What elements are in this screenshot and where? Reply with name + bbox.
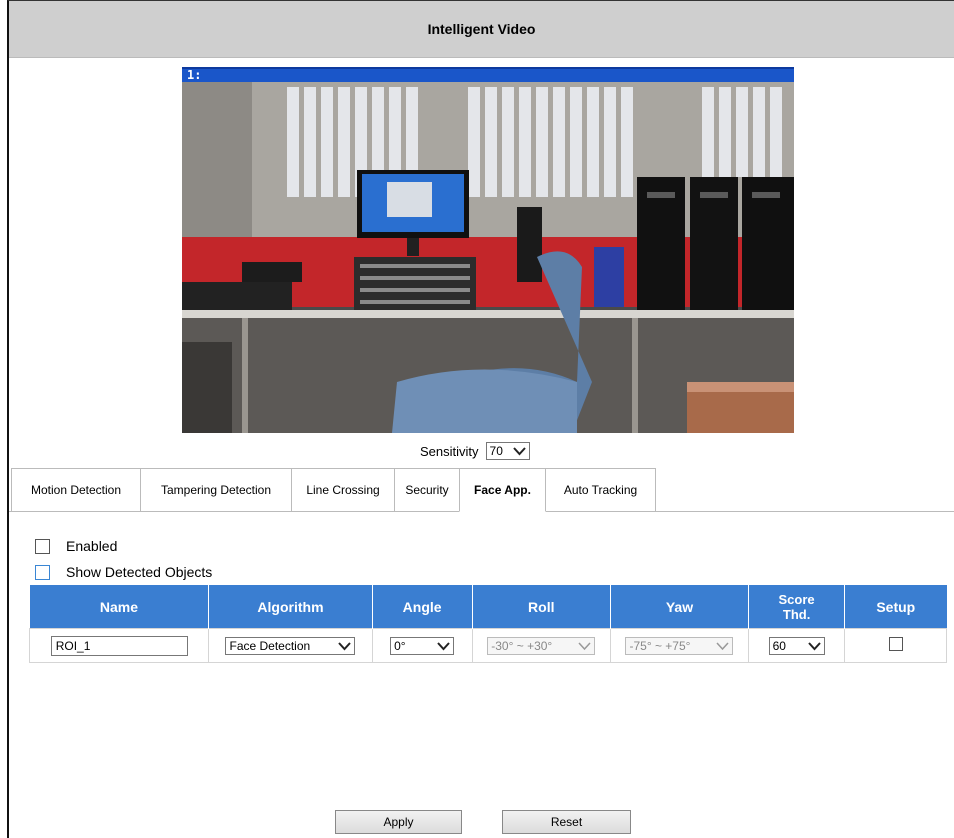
cell-score: 60 xyxy=(748,628,846,663)
apply-button[interactable]: Apply xyxy=(335,810,462,834)
video-preview[interactable]: 1: xyxy=(182,67,794,433)
tab-auto-tracking[interactable]: Auto Tracking xyxy=(545,468,656,511)
header-score-line2: Thd. xyxy=(782,606,811,622)
enabled-checkbox[interactable] xyxy=(35,538,50,554)
header-score-thd: Score Thd. xyxy=(748,585,846,629)
sensitivity-value: 70 xyxy=(489,444,503,458)
video-channel-bar: 1: xyxy=(182,67,794,82)
algorithm-select[interactable]: Face Detection xyxy=(225,636,356,655)
yaw-value: -75° ~ +75° xyxy=(629,638,691,653)
table-header-row: Name Algorithm Angle Roll Yaw Score Thd.… xyxy=(29,585,947,629)
show-detected-objects-checkbox[interactable] xyxy=(35,564,50,580)
camera-scene xyxy=(182,82,794,433)
header-name: Name xyxy=(29,585,210,629)
chevron-down-icon xyxy=(338,641,352,650)
tab-bar: Motion Detection Tampering Detection Lin… xyxy=(9,468,954,512)
roll-value: -30° ~ +30° xyxy=(491,638,553,653)
angle-value: 0° xyxy=(394,638,406,653)
header-score-line1: Score xyxy=(778,591,815,607)
show-detected-objects-option: Show Detected Objects xyxy=(35,564,212,580)
tab-tampering-detection[interactable]: Tampering Detection xyxy=(140,468,292,511)
algorithm-value: Face Detection xyxy=(229,638,311,653)
chevron-down-icon xyxy=(512,447,526,456)
cell-angle: 0° xyxy=(371,628,473,663)
cell-name xyxy=(28,628,210,663)
page-title: Intelligent Video xyxy=(9,1,954,58)
enabled-label: Enabled xyxy=(66,538,118,554)
header-algorithm: Algorithm xyxy=(208,585,373,629)
chevron-down-icon xyxy=(437,641,450,650)
enabled-option: Enabled xyxy=(35,538,117,554)
roi-table: Name Algorithm Angle Roll Yaw Score Thd.… xyxy=(28,585,947,663)
chevron-down-icon xyxy=(578,641,591,650)
cell-yaw: -75° ~ +75° xyxy=(609,628,750,663)
header-roll: Roll xyxy=(472,585,611,629)
tab-motion-detection[interactable]: Motion Detection xyxy=(11,468,141,511)
chevron-down-icon xyxy=(716,641,730,650)
chevron-down-icon xyxy=(807,641,821,650)
sensitivity-label: Sensitivity xyxy=(420,443,479,459)
tab-face-app[interactable]: Face App. xyxy=(459,468,546,512)
table-row: Face Detection 0° -30° ~ +30° xyxy=(28,628,947,663)
cell-algorithm: Face Detection xyxy=(208,628,373,663)
intelligent-video-panel: Intelligent Video 1: Sensitivity 70 Moti… xyxy=(7,0,954,838)
setup-checkbox[interactable] xyxy=(888,637,903,651)
reset-button[interactable]: Reset xyxy=(502,810,631,834)
header-yaw: Yaw xyxy=(610,585,750,629)
header-angle: Angle xyxy=(372,585,473,629)
sensitivity-select[interactable]: 70 xyxy=(485,442,530,460)
yaw-select: -75° ~ +75° xyxy=(625,636,734,655)
tab-line-crossing[interactable]: Line Crossing xyxy=(291,468,395,511)
header-setup: Setup xyxy=(844,585,947,629)
roll-select: -30° ~ +30° xyxy=(487,636,596,655)
score-value: 60 xyxy=(772,638,786,653)
sensitivity-control: Sensitivity 70 xyxy=(420,442,530,460)
tab-security[interactable]: Security xyxy=(394,468,460,511)
show-detected-objects-label: Show Detected Objects xyxy=(66,564,213,580)
cell-setup xyxy=(844,628,947,663)
score-select[interactable]: 60 xyxy=(768,636,825,655)
cell-roll: -30° ~ +30° xyxy=(471,628,611,663)
angle-select[interactable]: 0° xyxy=(390,636,455,655)
channel-label: 1: xyxy=(187,68,202,82)
roi-name-input[interactable] xyxy=(50,635,188,656)
